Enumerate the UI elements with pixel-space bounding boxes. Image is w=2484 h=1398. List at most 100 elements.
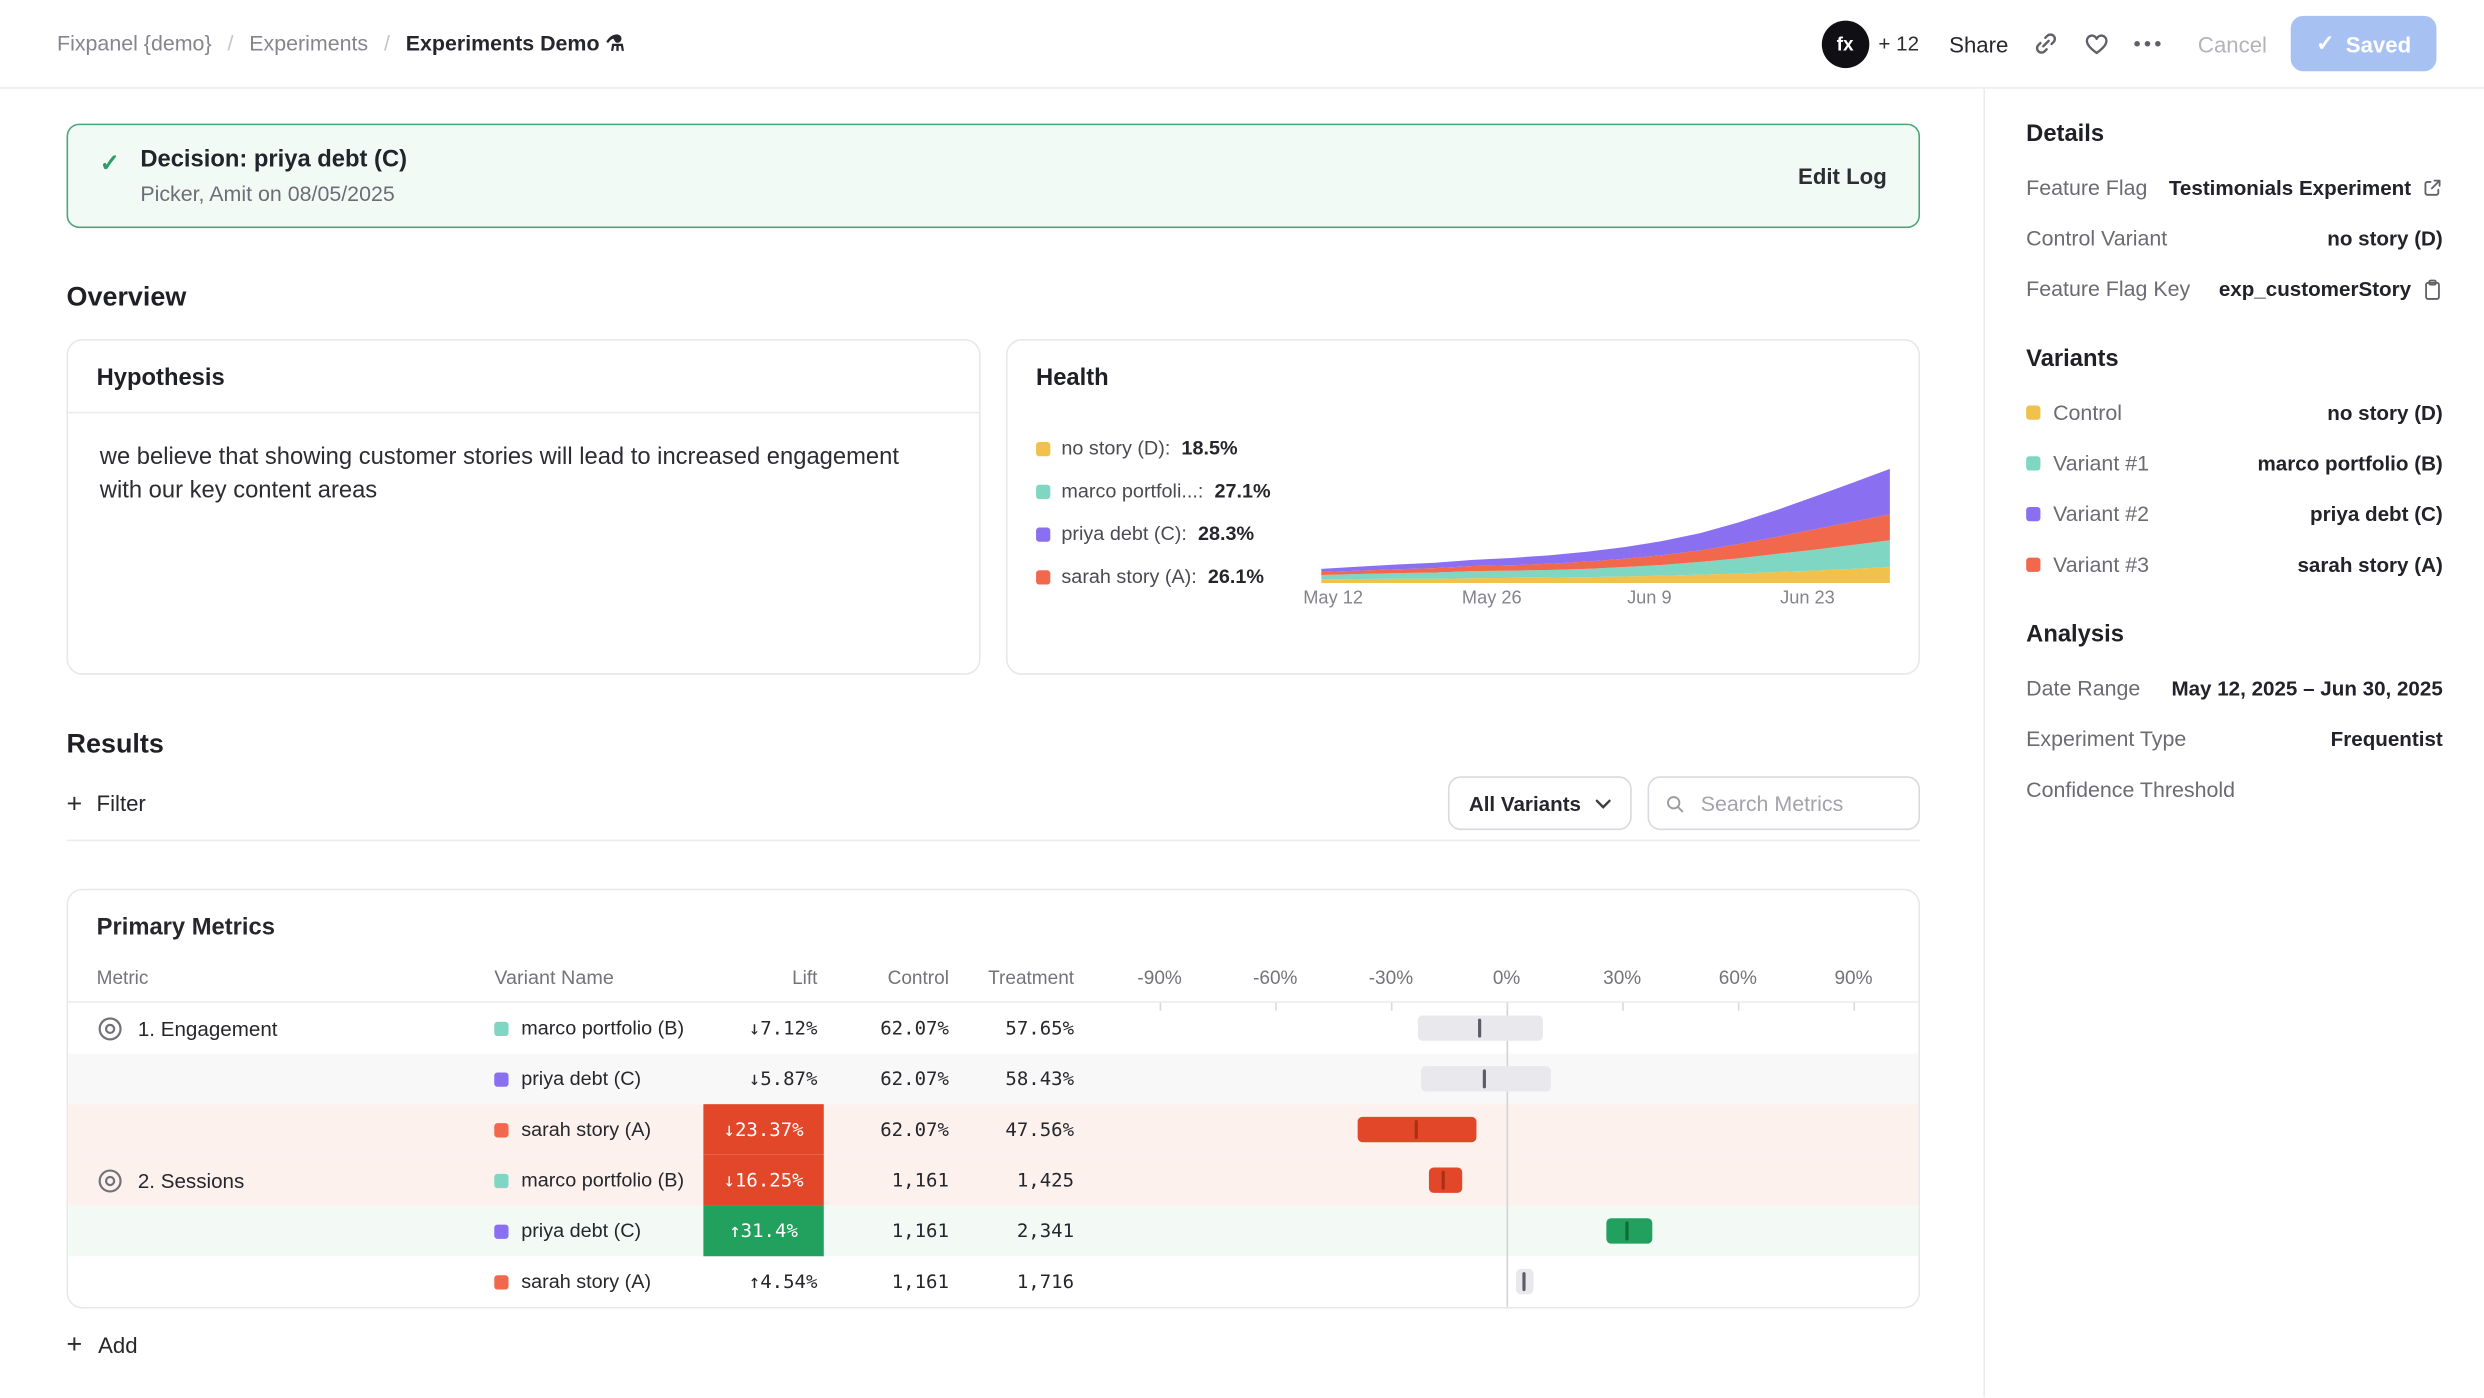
table-row[interactable]: 2. Sessions marco portfolio (B) ↓16.25% … bbox=[68, 1155, 1918, 1206]
legend-item: marco portfoli...: 27.1% bbox=[1036, 480, 1308, 502]
health-stacked-area-chart: May 12May 26Jun 9Jun 23 bbox=[1321, 418, 1890, 618]
variants-dropdown[interactable]: All Variants bbox=[1448, 776, 1631, 830]
variant-label: Variant #1 bbox=[2053, 451, 2149, 475]
variant-swatch bbox=[494, 1021, 508, 1035]
health-legend: no story (D): 18.5% marco portfoli...: 2… bbox=[1036, 437, 1308, 618]
collaborator-avatars[interactable]: fx + 12 bbox=[1821, 20, 1919, 68]
table-row[interactable]: sarah story (A) ↑4.54% 1,161 1,716 bbox=[68, 1256, 1918, 1307]
filter-label: Filter bbox=[97, 791, 146, 816]
avatar[interactable]: fx bbox=[1821, 20, 1869, 68]
hypothesis-card: Hypothesis we believe that showing custo… bbox=[67, 339, 981, 675]
legend-label: marco portfoli...: bbox=[1061, 480, 1203, 502]
control-value: 1,161 bbox=[824, 1220, 952, 1242]
table-row[interactable]: priya debt (C) ↑31.4% 1,161 2,341 bbox=[68, 1206, 1918, 1257]
control-value: 62.07% bbox=[824, 1017, 952, 1039]
variant-row: Variant #1 marco portfolio (B) bbox=[2026, 451, 2443, 475]
topbar: Fixpanel {demo} / Experiments / Experime… bbox=[0, 0, 2484, 89]
header-treatment: Treatment bbox=[952, 966, 1077, 988]
axis-tick-label: -90% bbox=[1137, 966, 1181, 988]
variant-label: Variant #2 bbox=[2053, 502, 2149, 526]
variant-label: Variant #3 bbox=[2053, 553, 2149, 577]
variant-value: marco portfolio (B) bbox=[2257, 451, 2442, 475]
variant-name: sarah story (A) bbox=[521, 1271, 651, 1293]
add-filter-button[interactable]: + Filter bbox=[67, 790, 146, 817]
external-link-icon[interactable] bbox=[2422, 177, 2443, 198]
saved-button[interactable]: ✓ Saved bbox=[2291, 16, 2437, 71]
confidence-interval-cell bbox=[1077, 1104, 1918, 1155]
link-icon[interactable] bbox=[2032, 30, 2059, 57]
legend-item: sarah story (A): 26.1% bbox=[1036, 566, 1308, 588]
legend-swatch bbox=[1036, 484, 1050, 498]
metric-name: 1. Engagement bbox=[138, 1016, 278, 1040]
legend-swatch bbox=[1036, 527, 1050, 541]
experiment-type-value: Frequentist bbox=[2331, 727, 2443, 751]
feature-flag-value[interactable]: Testimonials Experiment bbox=[2169, 176, 2411, 200]
legend-value: 18.5% bbox=[1181, 437, 1237, 459]
cancel-button[interactable]: Cancel bbox=[2198, 31, 2267, 56]
variant-swatch bbox=[2026, 558, 2040, 572]
confidence-interval-cell bbox=[1077, 1256, 1918, 1307]
median-marker bbox=[1522, 1272, 1525, 1291]
add-metric-button[interactable]: + Add bbox=[67, 1331, 1920, 1358]
treatment-value: 57.65% bbox=[952, 1017, 1077, 1039]
search-metrics-input[interactable] bbox=[1698, 790, 1903, 817]
row-label: Date Range bbox=[2026, 676, 2140, 700]
breadcrumb: Fixpanel {demo} / Experiments / Experime… bbox=[57, 31, 625, 56]
table-row[interactable]: priya debt (C) ↓5.87% 62.07% 58.43% bbox=[68, 1053, 1918, 1104]
header-variant-name: Variant Name bbox=[494, 966, 703, 988]
clipboard-icon[interactable] bbox=[2422, 278, 2443, 300]
check-icon: ✓ bbox=[100, 149, 120, 178]
confidence-interval-bar bbox=[1607, 1218, 1653, 1243]
breadcrumb-separator: / bbox=[227, 32, 233, 56]
confidence-interval-bar bbox=[1422, 1066, 1551, 1091]
variant-name: priya debt (C) bbox=[521, 1220, 641, 1242]
search-metrics-box[interactable] bbox=[1648, 776, 1920, 830]
treatment-value: 58.43% bbox=[952, 1068, 1077, 1090]
legend-swatch bbox=[1036, 570, 1050, 584]
table-row[interactable]: sarah story (A) ↓23.37% 62.07% 47.56% bbox=[68, 1104, 1918, 1155]
main-content: ✓ Decision: priya debt (C) Picker, Amit … bbox=[0, 89, 1983, 1398]
variant-swatch bbox=[494, 1072, 508, 1086]
legend-label: no story (D): bbox=[1061, 437, 1170, 459]
median-marker bbox=[1442, 1171, 1445, 1190]
edit-log-button[interactable]: Edit Log bbox=[1798, 163, 1887, 188]
row-label: Experiment Type bbox=[2026, 727, 2186, 751]
breadcrumb-item-experiments[interactable]: Experiments bbox=[249, 32, 368, 56]
variants-dropdown-value: All Variants bbox=[1469, 791, 1581, 815]
feature-flag-key-row: Feature Flag Key exp_customerStory bbox=[2026, 277, 2443, 301]
details-sidebar: Details Feature Flag Testimonials Experi… bbox=[1983, 89, 2484, 1398]
feature-flag-row: Feature Flag Testimonials Experiment bbox=[2026, 176, 2443, 200]
variant-name: marco portfolio (B) bbox=[521, 1017, 684, 1039]
lift-value: ↓5.87% bbox=[703, 1053, 823, 1104]
legend-value: 28.3% bbox=[1198, 523, 1254, 545]
lift-value: ↓23.37% bbox=[703, 1104, 823, 1155]
row-label: Confidence Threshold bbox=[2026, 778, 2235, 802]
variant-swatch bbox=[494, 1224, 508, 1238]
breadcrumb-item-project[interactable]: Fixpanel {demo} bbox=[57, 32, 212, 56]
x-axis-label: May 26 bbox=[1462, 589, 1522, 608]
table-row[interactable]: 1. Engagement marco portfolio (B) ↓7.12%… bbox=[68, 1003, 1918, 1054]
share-button[interactable]: Share bbox=[1949, 31, 2008, 56]
feature-flag-key-value: exp_customerStory bbox=[2219, 277, 2411, 301]
treatment-value: 1,425 bbox=[952, 1169, 1077, 1191]
variant-swatch bbox=[2026, 406, 2040, 420]
variant-name: sarah story (A) bbox=[521, 1118, 651, 1140]
table-header: Metric Variant Name Lift Control Treatme… bbox=[68, 954, 1918, 1003]
health-x-axis: May 12May 26Jun 9Jun 23 bbox=[1321, 589, 1890, 618]
lift-value: ↑4.54% bbox=[703, 1256, 823, 1307]
confidence-interval-bar bbox=[1358, 1117, 1476, 1142]
variant-swatch bbox=[494, 1274, 508, 1288]
divider bbox=[67, 840, 1920, 842]
lift-value: ↓16.25% bbox=[703, 1155, 823, 1206]
search-icon bbox=[1665, 791, 1685, 815]
control-value: 1,161 bbox=[824, 1271, 952, 1293]
legend-value: 27.1% bbox=[1214, 480, 1270, 502]
health-title: Health bbox=[1008, 341, 1919, 412]
variant-value: no story (D) bbox=[2327, 401, 2443, 425]
more-options-icon[interactable]: ••• bbox=[2134, 32, 2165, 56]
heart-icon[interactable] bbox=[2083, 30, 2110, 57]
health-chart-svg bbox=[1321, 456, 1890, 583]
plus-icon: + bbox=[67, 1331, 83, 1358]
confidence-interval-cell bbox=[1077, 1003, 1918, 1054]
confidence-interval-bar bbox=[1429, 1168, 1462, 1193]
